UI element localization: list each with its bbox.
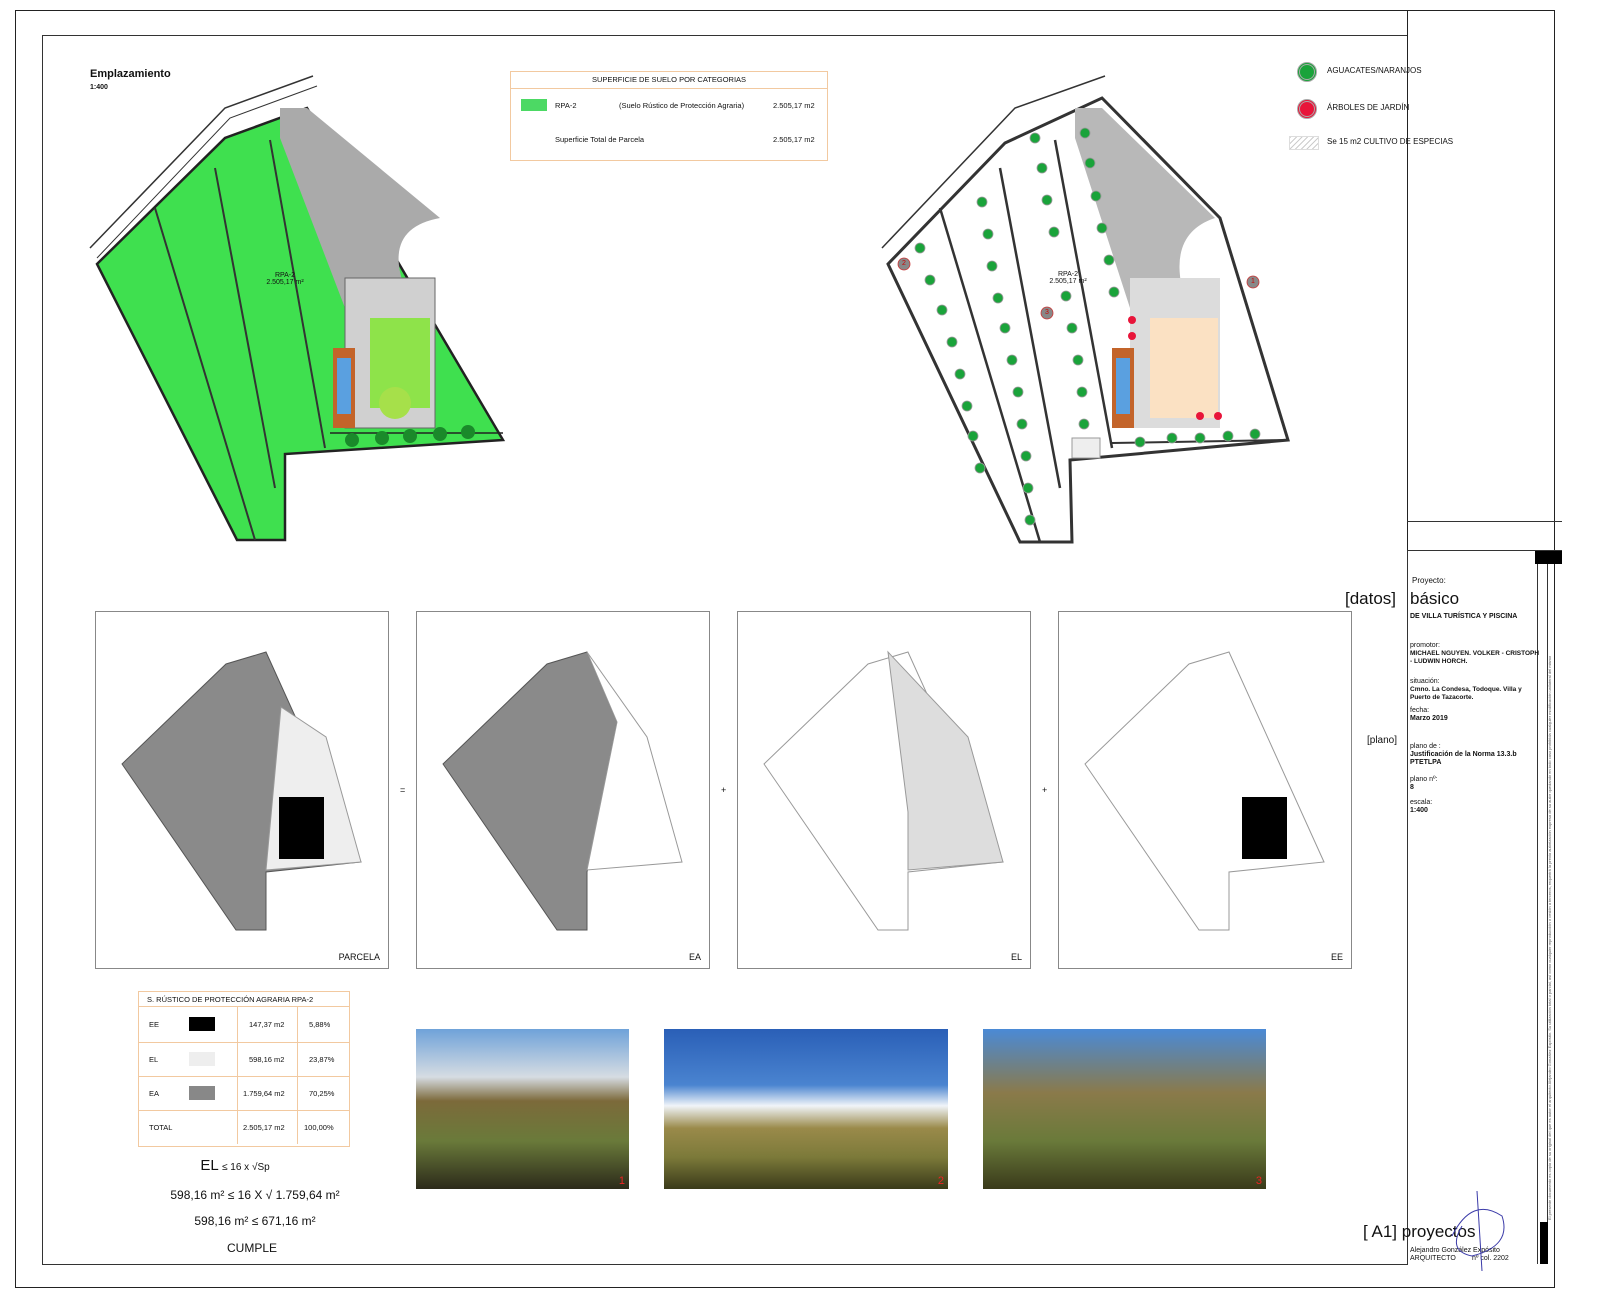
proyecto-label: Proyecto:: [1412, 576, 1446, 585]
table-row: EE 147,37 m2 5,88%: [139, 1007, 349, 1043]
datos-tag: [datos]: [1345, 589, 1397, 608]
site-photo: 1: [416, 1029, 629, 1189]
panel-parcela: PARCELA: [95, 611, 389, 969]
marker-3: 3: [1045, 309, 1049, 316]
ea-swatch: [189, 1086, 215, 1100]
plano-n: 8: [1410, 784, 1414, 791]
total-label: Superficie Total de Parcela: [555, 135, 645, 144]
rpa-swatch: [521, 99, 547, 111]
formula-rule: EL ≤ 16 x √Sp: [200, 1157, 270, 1174]
table-row: EA 1.759,64 m2 70,25%: [139, 1076, 349, 1111]
escala-label: escala:: [1410, 799, 1433, 806]
project-name: DE VILLA TURÍSTICA Y PISCINA: [1410, 613, 1518, 620]
table-row: EL 598,16 m2 23,87%: [139, 1042, 349, 1077]
panel-ee: EE: [1058, 611, 1352, 969]
situacion: Cmno. La Condesa, Todoque. Villa y Puert…: [1410, 686, 1522, 701]
operator-plus: +: [721, 785, 727, 795]
site-photo: 3: [983, 1029, 1266, 1189]
verdict: CUMPLE: [226, 1241, 277, 1255]
ee-swatch: [189, 1017, 215, 1031]
panel-label-ea: EA: [688, 952, 701, 962]
garden-tree-icon: [1297, 99, 1317, 119]
avocado-tree-icon: [1297, 62, 1317, 82]
parcel-label-trees: RPA-2 2.505,17 m²: [1049, 271, 1087, 285]
category-table: SUPERFICIE DE SUELO POR CATEGORIAS RPA-2…: [510, 71, 828, 161]
architect-signature-icon: [1451, 1190, 1505, 1272]
plano-de: Justificación de la Norma 13.3.b PTETLPA: [1410, 751, 1517, 766]
plano-tag: [plano]: [1367, 735, 1398, 746]
rpa-table-header: S. RÚSTICO DE PROTECCIÓN AGRARIA RPA-2: [139, 992, 349, 1007]
category-code: RPA-2: [555, 101, 577, 110]
category-area: 2.505,17 m2: [773, 101, 815, 110]
marker-2: 2: [902, 260, 906, 267]
formula-line2: 598,16 m² ≤ 671,16 m²: [194, 1214, 316, 1228]
titleblock-frame: [1407, 10, 1555, 550]
operator-equals: =: [400, 785, 406, 795]
marker-1: 1: [1251, 278, 1255, 285]
operator-plus: +: [1042, 785, 1048, 795]
site-plan-trees: [881, 75, 1290, 544]
parcel-label-green: RPA-2 2.505,17 m²: [266, 272, 304, 286]
site-photo: 2: [664, 1029, 948, 1189]
panel-label-parcela: PARCELA: [338, 952, 380, 962]
fecha-label: fecha:: [1410, 707, 1430, 714]
panel-ea: EA: [416, 611, 710, 969]
panel-label-el: EL: [1010, 952, 1022, 962]
titleblock-strip: [1407, 521, 1562, 551]
situacion-label: situación:: [1410, 678, 1440, 685]
pool: [337, 358, 351, 414]
fecha: Marzo 2019: [1410, 715, 1448, 722]
panel-el: EL: [737, 611, 1031, 969]
table-row: TOTAL 2.505,17 m2 100,00%: [149, 1123, 334, 1132]
copyright-note: El presente documento es copia de su ori…: [1547, 655, 1552, 1220]
panel-label-ee: EE: [1330, 952, 1343, 962]
plano-de-label: plano de :: [1410, 743, 1441, 750]
site-plan-green: [89, 75, 506, 542]
promotor-label: promotor:: [1410, 642, 1440, 649]
titleblock-tab: [1535, 551, 1562, 564]
category-table-header: SUPERFICIE DE SUELO POR CATEGORIAS: [511, 72, 827, 89]
formula-line1: 598,16 m² ≤ 16 X √ 1.759,64 m²: [170, 1188, 340, 1202]
escala: 1:400: [1410, 807, 1428, 814]
side-band-end: [1540, 1222, 1548, 1264]
hatch-icon: [1289, 136, 1319, 150]
basico-text: básico: [1410, 589, 1460, 608]
el-swatch: [189, 1052, 215, 1066]
category-desc: (Suelo Rústico de Protección Agraria): [619, 101, 745, 110]
promotor: MICHAEL NGUYEN. VOLKER - CRISTOPH - LUDW…: [1410, 650, 1540, 665]
total-area: 2.505,17 m2: [773, 135, 815, 144]
rpa-table: S. RÚSTICO DE PROTECCIÓN AGRARIA RPA-2 E…: [138, 991, 350, 1147]
plano-n-label: plano nº:: [1410, 776, 1438, 783]
